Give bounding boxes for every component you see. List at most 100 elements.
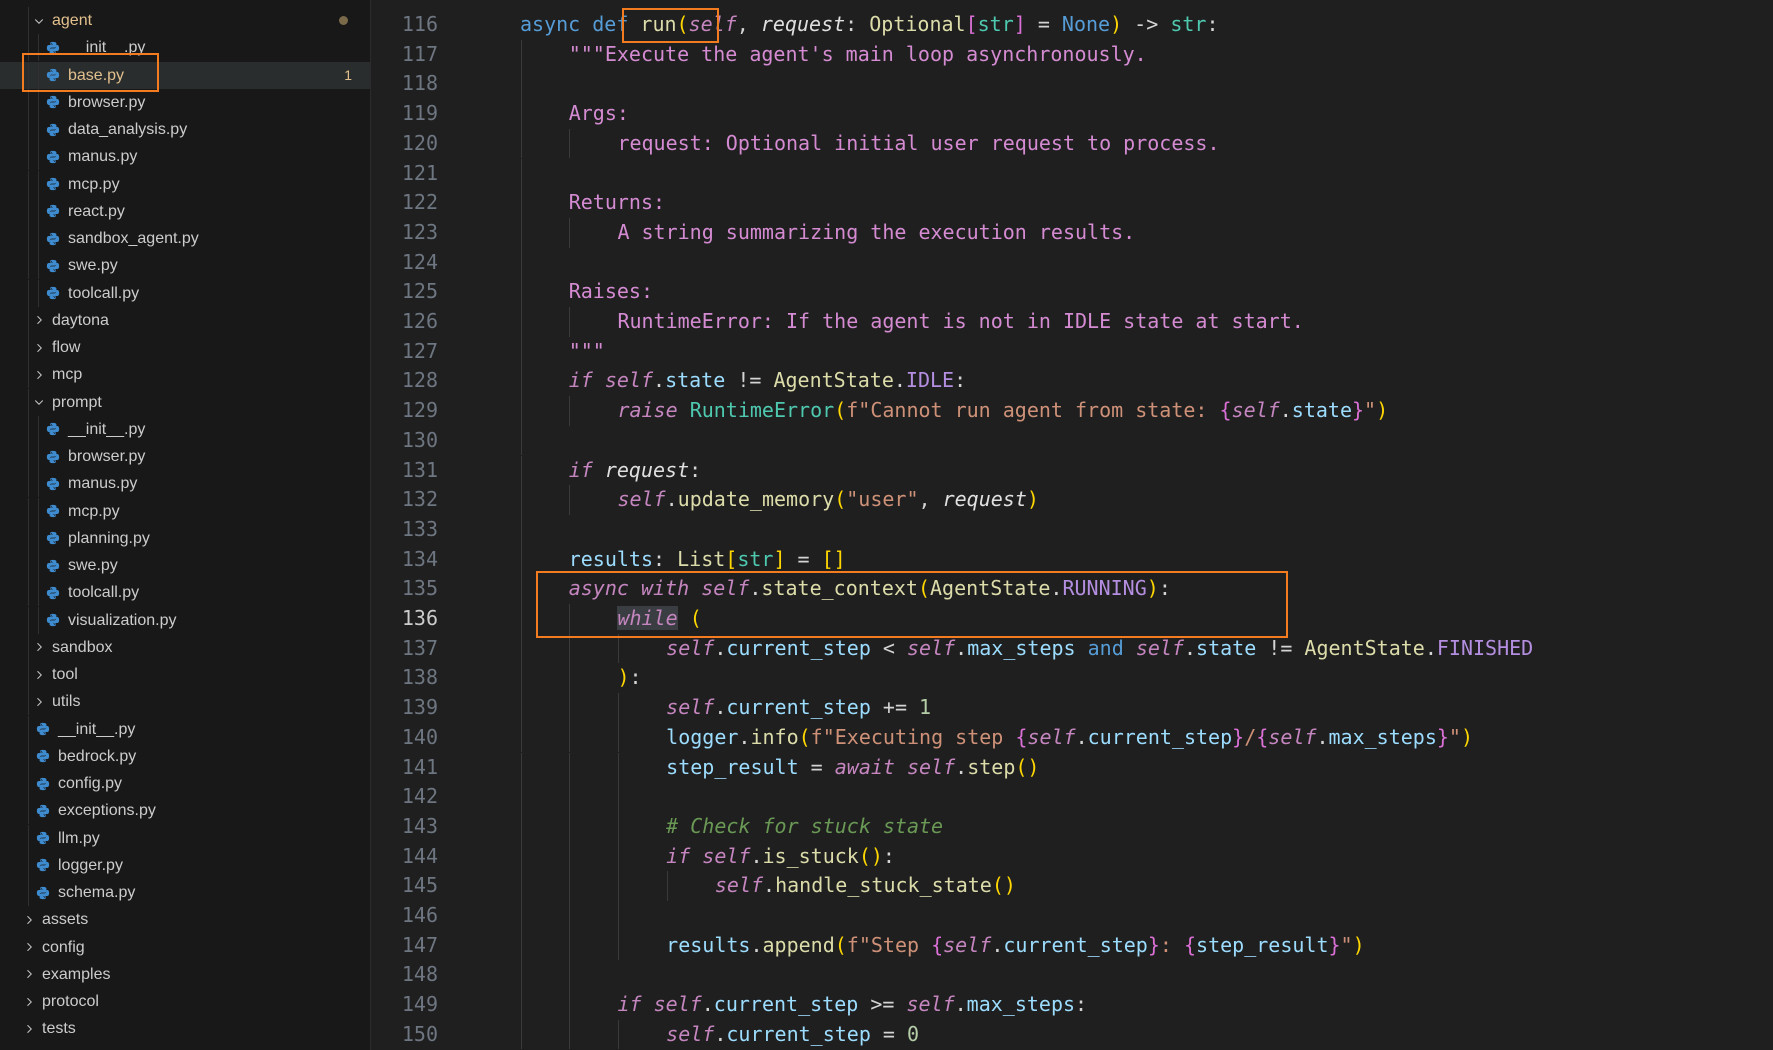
code-indent-guide [520,574,522,604]
folder-item-mcp[interactable]: mcp [0,361,370,389]
code-line-125[interactable]: 125 Raises: [372,277,1773,307]
code-line-149[interactable]: 149 if self.current_step >= self.max_step… [372,990,1773,1020]
code-token: state [665,368,726,393]
python-file-icon [46,204,60,218]
code-line-136[interactable]: 136 while ( [372,604,1773,634]
file-item-llm-py[interactable]: llm.py [0,824,370,852]
python-file-icon [46,613,60,627]
tree-item-label: agent [52,12,93,29]
code-token: request [760,12,846,36]
code-line-133[interactable]: 133 [372,514,1773,545]
file-item-schema-py[interactable]: schema.py [0,879,370,906]
code-token: f"Step [846,932,932,957]
folder-item-utils[interactable]: utils [0,688,370,716]
code-token: != [725,368,774,393]
code-line-120[interactable]: 120 request: Optional initial user reques… [372,128,1773,159]
code-line-145[interactable]: 145 self.handle_stuck_state() [372,871,1773,901]
code-line-127[interactable]: 127 """ [372,336,1773,367]
folder-item-assets[interactable]: assets [0,906,370,933]
tree-item-label: schema.py [58,884,136,901]
code-token: ) [1376,398,1389,423]
file-item-browser-py[interactable]: browser.py [0,88,370,116]
code-line-130[interactable]: 130 [372,425,1773,456]
file-item-react-py[interactable]: react.py [0,197,370,225]
code-token: = [785,546,822,571]
file-item-browser-py[interactable]: browser.py [0,443,370,470]
code-token: self [943,932,992,957]
code-line-148[interactable]: 148 [372,960,1773,991]
code-line-126[interactable]: 126 RuntimeError: If the agent is not in … [372,307,1773,337]
code-line-121[interactable]: 121 [372,158,1773,189]
file-item-data-analysis-py[interactable]: data_analysis.py [0,116,370,143]
file-item-init-py[interactable]: __init__.py [0,715,370,743]
folder-item-tests[interactable]: tests [0,1015,370,1042]
file-item-manus-py[interactable]: manus.py [0,470,370,498]
code-line-147[interactable]: 147 results.append(f"Step {self.current_s… [372,930,1773,961]
folder-item-tool[interactable]: tool [0,661,370,688]
file-item-base-py[interactable]: base.py 1 [0,61,370,89]
code-line-116[interactable]: 116 async def run(self, request: Optional… [372,10,1773,40]
code-line-143[interactable]: 143 # Check for stuck state [372,811,1773,842]
code-line-131[interactable]: 131 if request: [372,455,1773,486]
code-line-141[interactable]: 141 step_result = await self.step() [372,752,1773,783]
folder-item-examples[interactable]: examples [0,961,370,988]
file-item-toolcall-py[interactable]: toolcall.py [0,279,370,307]
file-item-toolcall-py[interactable]: toolcall.py [0,579,370,607]
code-line-137[interactable]: 137 self.current_step < self.max_steps an… [372,633,1773,664]
file-item-init-py[interactable]: __init__.py [0,34,370,62]
folder-item-sandbox[interactable]: sandbox [0,633,370,661]
python-file-icon [46,177,60,191]
code-text: step_result = await self.step() [666,753,1039,783]
file-item-exceptions-py[interactable]: exceptions.py [0,797,370,825]
code-line-146[interactable]: 146 [372,901,1773,931]
folder-item-protocol[interactable]: protocol [0,988,370,1015]
folder-item-flow[interactable]: flow [0,334,370,361]
file-item-init-py[interactable]: __init__.py [0,415,370,443]
code-token: } [1436,724,1449,749]
line-number: 144 [401,843,438,868]
file-item-mcp-py[interactable]: mcp.py [0,170,370,198]
indent-guide [28,7,29,34]
file-item-swe-py[interactable]: swe.py [0,552,370,579]
folder-item-config[interactable]: config [0,934,370,961]
line-number: 146 [401,903,438,927]
file-item-planning-py[interactable]: planning.py [0,524,370,552]
tree-item-label: bedrock.py [58,747,137,765]
python-file-icon [36,831,50,845]
file-item-mcp-py[interactable]: mcp.py [0,497,370,525]
code-line-140[interactable]: 140 logger.info(f"Executing step {self.cu… [372,722,1773,753]
file-item-visualization-py[interactable]: visualization.py [0,606,370,634]
code-line-118[interactable]: 118 [372,69,1773,100]
code-line-129[interactable]: 129 raise RuntimeError(f"Cannot run agent… [372,396,1773,426]
code-line-138[interactable]: 138): [372,663,1773,694]
code-line-124[interactable]: 124 [372,247,1773,278]
file-item-bedrock-py[interactable]: bedrock.py [0,742,370,770]
python-file-icon [36,858,50,872]
file-item-logger-py[interactable]: logger.py [0,851,370,879]
folder-item-agent[interactable]: agent [0,7,370,34]
code-line-117[interactable]: 117 """Execute the agent's main loop asyn… [372,39,1773,70]
code-line-134[interactable]: 134 results: List[str] = [] [372,544,1773,575]
code-line-135[interactable]: 135 async with self.state_context(AgentSt… [372,574,1773,604]
file-item-sandbox-agent-py[interactable]: sandbox_agent.py [0,225,370,252]
code-line-123[interactable]: 123 A string summarizing the execution re… [372,217,1773,248]
file-item-swe-py[interactable]: swe.py [0,252,370,280]
folder-item-prompt[interactable]: prompt [0,388,370,416]
python-file-icon [46,450,60,464]
code-line-144[interactable]: 144 if self.is_stuck(): [372,841,1773,872]
indent-guide [28,579,29,607]
file-item-config-py[interactable]: config.py [0,770,370,797]
folder-item-daytona[interactable]: daytona [0,306,370,334]
code-line-119[interactable]: 119 Args: [372,99,1773,129]
code-line-132[interactable]: 132 self.update_memory("user", request) [372,485,1773,515]
code-line-122[interactable]: 122 Returns: [372,188,1773,218]
code-line-128[interactable]: 128 if self.state != AgentState.IDLE: [372,366,1773,397]
code-token: 0 [907,1021,920,1046]
code-editor[interactable]: 116 async def run(self, request: Optional… [372,0,1773,1050]
indent-guide [38,443,39,470]
code-line-150[interactable]: 150 self.current_step = 0 [372,1019,1773,1050]
code-line-142[interactable]: 142 [372,782,1773,812]
code-indent-guide [520,485,522,515]
code-line-139[interactable]: 139 self.current_step += 1 [372,693,1773,723]
file-item-manus-py[interactable]: manus.py [0,143,370,171]
